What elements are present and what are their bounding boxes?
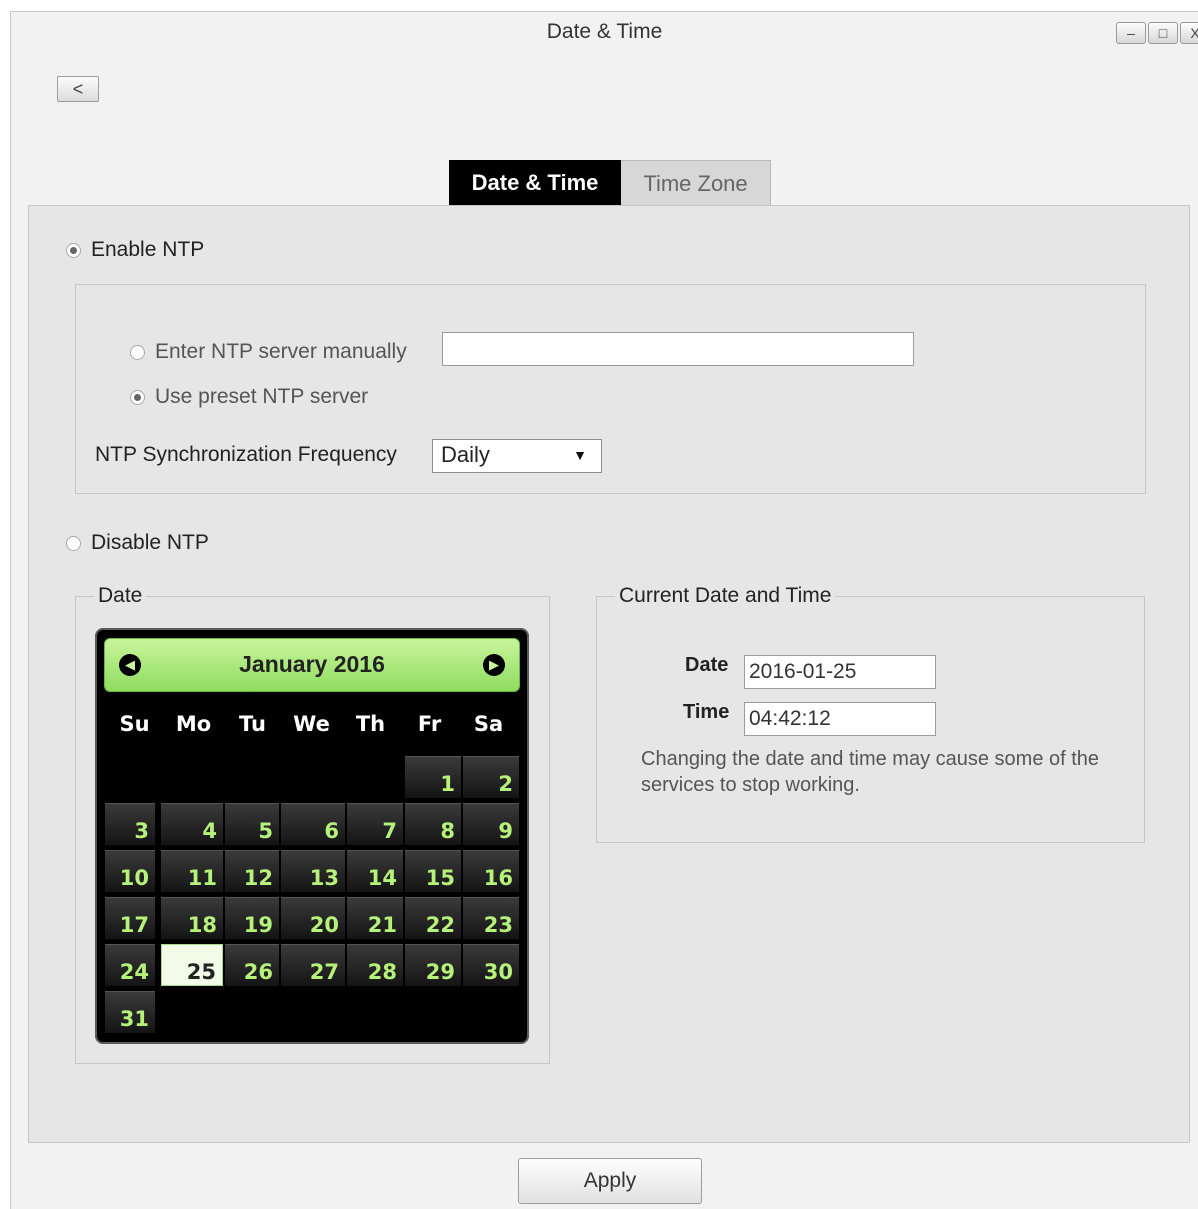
weekday-label: Tu: [239, 712, 266, 736]
calendar-day[interactable]: 16: [463, 850, 519, 892]
preset-ntp-option[interactable]: Use preset NTP server: [130, 385, 368, 409]
manual-ntp-option[interactable]: Enter NTP server manually: [130, 340, 407, 364]
ntp-frequency-select[interactable]: Daily ▼: [432, 439, 602, 473]
calendar-day[interactable]: 15: [405, 850, 461, 892]
current-date-label: Date: [685, 654, 729, 676]
disable-ntp-radio[interactable]: [66, 535, 81, 551]
calendar-day[interactable]: 14: [347, 850, 403, 892]
preset-ntp-label: Use preset NTP server: [155, 385, 369, 408]
disable-ntp-option[interactable]: Disable NTP: [66, 531, 209, 555]
calendar-day[interactable]: 26: [225, 944, 279, 986]
calendar-day[interactable]: 30: [463, 944, 519, 986]
calendar-header: ◀ January 2016 ▶: [104, 638, 520, 692]
calendar-day[interactable]: 1: [405, 756, 461, 798]
ntp-frequency-value: Daily: [441, 442, 490, 467]
preset-ntp-radio[interactable]: [130, 389, 145, 405]
calendar-day[interactable]: 9: [463, 803, 519, 845]
calendar-weekdays: Su Mo Tu We Th Fr Sa: [105, 712, 521, 736]
calendar-day[interactable]: 11: [161, 850, 223, 892]
tab-bar: Date & Time Time Zone: [449, 160, 771, 208]
manual-ntp-radio[interactable]: [130, 344, 145, 360]
current-time-label: Time: [683, 701, 730, 723]
calendar-day[interactable]: 12: [225, 850, 279, 892]
calendar-day[interactable]: 7: [347, 803, 403, 845]
calendar-day[interactable]: 20: [281, 897, 345, 939]
enable-ntp-radio[interactable]: [66, 242, 81, 258]
maximize-button[interactable]: □: [1148, 22, 1178, 44]
calendar-day[interactable]: 29: [405, 944, 461, 986]
window-title: Date & Time: [546, 20, 663, 43]
datetime-warning-note: Changing the date and time may cause som…: [641, 748, 1100, 796]
calendar-day[interactable]: 19: [225, 897, 279, 939]
calendar-day[interactable]: 13: [281, 850, 345, 892]
calendar-day[interactable]: 23: [463, 897, 519, 939]
chevron-down-icon: ▼: [573, 447, 587, 463]
calendar-day[interactable]: 17: [105, 897, 155, 939]
calendar-day-selected[interactable]: 25: [161, 944, 223, 986]
calendar-day[interactable]: 10: [105, 850, 155, 892]
chevron-left-icon: <: [72, 79, 84, 99]
next-month-icon[interactable]: ▶: [483, 654, 505, 676]
close-button[interactable]: X: [1180, 22, 1198, 44]
apply-button[interactable]: Apply: [518, 1158, 702, 1204]
calendar-day[interactable]: 5: [225, 803, 279, 845]
current-datetime-legend: Current Date and Time: [619, 584, 832, 607]
weekday-label: Su: [119, 712, 150, 736]
tab-date-time[interactable]: Date & Time: [449, 160, 621, 208]
calendar-day[interactable]: 2: [463, 756, 519, 798]
calendar: ◀ January 2016 ▶ Su Mo Tu We Th Fr Sa 12…: [95, 628, 529, 1044]
manual-ntp-label: Enter NTP server manually: [155, 340, 407, 363]
calendar-day[interactable]: 31: [105, 991, 155, 1033]
calendar-day[interactable]: 4: [161, 803, 223, 845]
date-group-legend: Date: [98, 584, 143, 607]
calendar-day[interactable]: 28: [347, 944, 403, 986]
enable-ntp-label: Enable NTP: [91, 238, 205, 261]
window-controls: – □ X: [1114, 22, 1198, 44]
calendar-day[interactable]: 6: [281, 803, 345, 845]
weekday-label: Th: [355, 712, 386, 736]
current-time-input[interactable]: [744, 702, 936, 736]
minimize-button[interactable]: –: [1116, 22, 1146, 44]
title-bar: Date & Time – □ X <: [11, 12, 1198, 144]
calendar-month-label: January 2016: [239, 651, 385, 677]
calendar-day[interactable]: 27: [281, 944, 345, 986]
minimize-icon: –: [1127, 25, 1135, 41]
calendar-day[interactable]: 21: [347, 897, 403, 939]
maximize-icon: □: [1158, 25, 1168, 41]
ntp-frequency-label: NTP Synchronization Frequency: [95, 443, 397, 466]
weekday-label: Mo: [175, 712, 212, 736]
calendar-day[interactable]: 22: [405, 897, 461, 939]
ntp-server-input[interactable]: [442, 332, 914, 366]
weekday-label: We: [293, 712, 330, 736]
calendar-day[interactable]: 3: [105, 803, 155, 845]
weekday-label: Sa: [473, 712, 504, 736]
disable-ntp-label: Disable NTP: [91, 531, 209, 554]
weekday-label: Fr: [417, 712, 442, 736]
calendar-day[interactable]: 24: [105, 944, 155, 986]
back-button[interactable]: <: [57, 76, 99, 102]
enable-ntp-option[interactable]: Enable NTP: [66, 238, 204, 262]
tab-time-zone[interactable]: Time Zone: [621, 160, 771, 208]
close-icon: X: [1190, 25, 1198, 41]
calendar-day[interactable]: 18: [161, 897, 223, 939]
calendar-day[interactable]: 8: [405, 803, 461, 845]
current-date-input[interactable]: [744, 655, 936, 689]
